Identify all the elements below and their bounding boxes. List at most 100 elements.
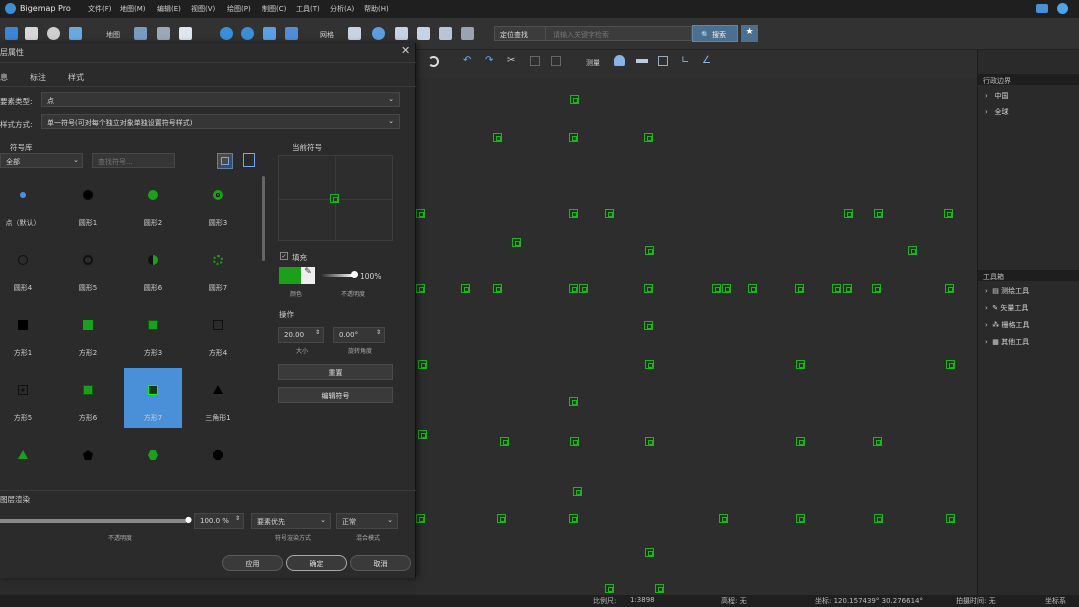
map-point-symbol[interactable] [719, 514, 728, 523]
paste-icon[interactable] [551, 56, 561, 66]
map-point-symbol[interactable] [569, 133, 578, 142]
symbol-cell[interactable]: 三角形1 [189, 368, 247, 428]
map-label[interactable]: 地图 [106, 30, 120, 40]
map-point-symbol[interactable] [497, 514, 506, 523]
toolbox-survey[interactable]: › ▤ 测绘工具 [985, 286, 1029, 296]
terrain-icon[interactable] [179, 27, 192, 40]
slider-handle-icon[interactable]: ● [185, 515, 192, 524]
coord-system-readout[interactable]: 坐标系 [1045, 596, 1066, 606]
cancel-button[interactable]: 取消 [350, 555, 411, 571]
undo-icon[interactable]: ↶ [463, 55, 471, 66]
scale-value[interactable]: 1:3898 [630, 596, 655, 604]
style-mode-select[interactable]: 单一符号(可对每个独立对象单独设置符号样式) ⌄ [41, 114, 400, 129]
symbol-cell[interactable]: 方形4 [189, 303, 247, 363]
grid-icon[interactable] [348, 27, 361, 40]
size-spinbox[interactable]: 20.00 ⇕ [278, 327, 324, 343]
layer-opacity-slider[interactable] [0, 519, 186, 523]
angle-icon[interactable]: ∟ [681, 55, 689, 66]
window-icon[interactable] [69, 27, 82, 40]
map-point-symbol[interactable] [569, 209, 578, 218]
symbol-search-input[interactable] [92, 153, 175, 168]
map-point-symbol[interactable] [874, 209, 883, 218]
rotate-icon[interactable] [428, 56, 439, 67]
map-point-symbol[interactable] [796, 360, 805, 369]
map-point-symbol[interactable] [645, 360, 654, 369]
map-point-symbol[interactable] [945, 284, 954, 293]
settings-gear-icon[interactable] [47, 27, 60, 40]
map-point-symbol[interactable] [645, 548, 654, 557]
map-point-symbol[interactable] [605, 209, 614, 218]
grid-table-icon[interactable] [395, 27, 408, 40]
opacity-slider-handle[interactable] [351, 271, 358, 278]
apply-button[interactable]: 应用 [222, 555, 283, 571]
menu-draw[interactable]: 绘图(P) [227, 4, 251, 14]
new-file-icon[interactable] [25, 27, 38, 40]
zoom-in-icon[interactable] [220, 27, 233, 40]
area-icon[interactable] [658, 56, 668, 66]
symbol-cell[interactable]: 方形1 [0, 303, 52, 363]
map-point-symbol[interactable] [418, 360, 427, 369]
symbol-cell[interactable] [59, 433, 117, 483]
frame-icon[interactable] [439, 27, 452, 40]
eyedropper-icon[interactable]: ✎ [301, 267, 315, 284]
globe-icon[interactable] [372, 27, 385, 40]
map-point-symbol[interactable] [570, 95, 579, 104]
render-mode-select[interactable]: 要素优先 ⌄ [251, 513, 331, 529]
map-point-symbol[interactable] [512, 238, 521, 247]
map-point-symbol[interactable] [796, 514, 805, 523]
map-point-symbol[interactable] [579, 284, 588, 293]
redo-icon[interactable]: ↷ [485, 55, 493, 66]
map-point-symbol[interactable] [605, 584, 614, 593]
search-input[interactable] [546, 26, 692, 41]
edit-symbol-button[interactable]: 编辑符号 [278, 387, 393, 403]
user-avatar[interactable] [1057, 3, 1068, 14]
map-point-symbol[interactable] [873, 437, 882, 446]
full-extent-icon[interactable] [285, 27, 298, 40]
map-point-symbol[interactable] [644, 284, 653, 293]
map-point-symbol[interactable] [461, 284, 470, 293]
menu-view[interactable]: 视图(V) [191, 4, 215, 14]
map-point-symbol[interactable] [795, 284, 804, 293]
cut-icon[interactable]: ✂ [507, 55, 515, 66]
map-point-symbol[interactable] [645, 246, 654, 255]
person-icon[interactable] [614, 55, 625, 66]
map-point-symbol[interactable] [843, 284, 852, 293]
open-folder-icon[interactable] [5, 27, 18, 40]
symbol-cell[interactable]: 圆形3 [189, 173, 247, 233]
symbol-cell[interactable]: 圆形1 [59, 173, 117, 233]
fill-checkbox[interactable]: ✓ [280, 252, 288, 260]
symbol-cell[interactable] [0, 433, 52, 483]
symbol-cell[interactable]: 圆形2 [124, 173, 182, 233]
map-point-symbol[interactable] [416, 284, 425, 293]
azimuth-icon[interactable]: ∠ [702, 55, 711, 66]
menu-map[interactable]: 地图(M) [120, 4, 146, 14]
map-point-symbol[interactable] [872, 284, 881, 293]
symbol-cell[interactable]: 方形3 [124, 303, 182, 363]
copy-icon[interactable] [530, 56, 540, 66]
symbol-cell[interactable] [124, 433, 182, 483]
distance-icon[interactable] [636, 59, 648, 63]
search-type-select[interactable]: 定位查找 [494, 26, 546, 41]
map-point-symbol[interactable] [908, 246, 917, 255]
close-icon[interactable]: ✕ [401, 44, 410, 57]
symbol-cell[interactable]: 点（默认） [0, 173, 52, 233]
map-point-symbol[interactable] [569, 284, 578, 293]
symbol-cell[interactable]: 圆形6 [124, 238, 182, 298]
zoom-out-icon[interactable] [241, 27, 254, 40]
reset-button[interactable]: 重置 [278, 364, 393, 380]
layer-icon[interactable] [134, 27, 147, 40]
tab-label[interactable]: 标注 [30, 72, 46, 83]
map-point-symbol[interactable] [944, 209, 953, 218]
fill-color-swatch[interactable] [279, 267, 301, 284]
map-point-symbol[interactable] [645, 437, 654, 446]
map-point-symbol[interactable] [570, 437, 579, 446]
tab-style[interactable]: 样式 [68, 72, 84, 83]
symbol-cell[interactable]: 方形5 [0, 368, 52, 428]
grid-view-icon[interactable] [217, 153, 233, 169]
calendar-icon[interactable] [417, 27, 430, 40]
library-filter-select[interactable]: 全部 ⌄ [0, 153, 83, 168]
map-point-symbol[interactable] [644, 133, 653, 142]
menu-file[interactable]: 文件(F) [88, 4, 112, 14]
symbol-cell[interactable]: 方形2 [59, 303, 117, 363]
menu-tools[interactable]: 工具(T) [296, 4, 320, 14]
